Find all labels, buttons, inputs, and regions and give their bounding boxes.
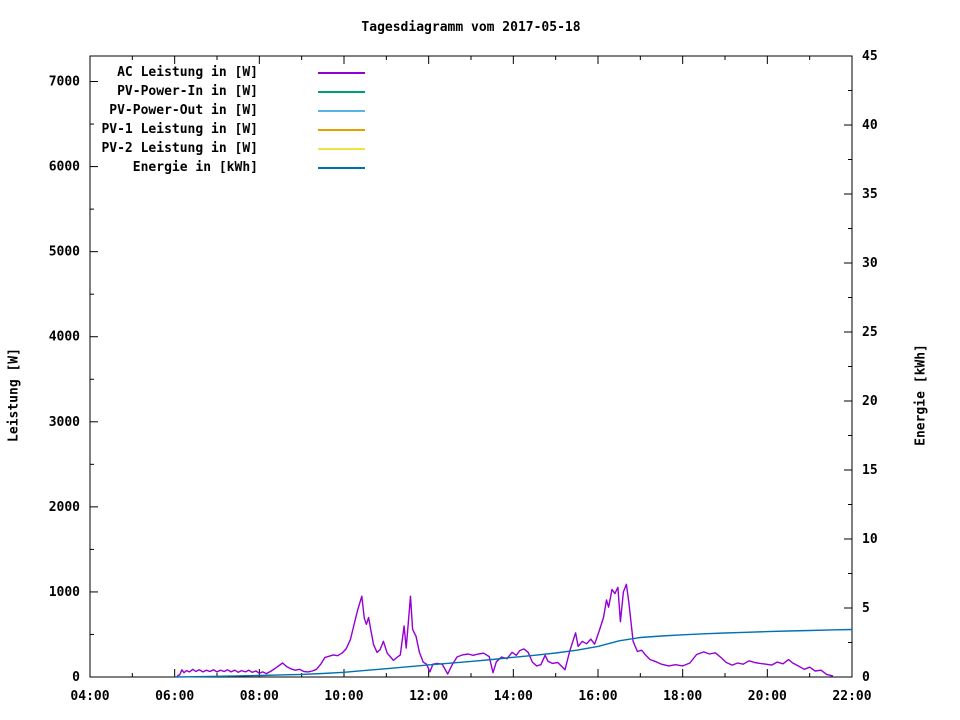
y-tick-label: 6000 xyxy=(49,160,80,175)
legend-line-swatch xyxy=(318,71,365,74)
x-tick-label: 06:00 xyxy=(155,689,194,704)
y-tick-label: 2000 xyxy=(49,500,80,515)
y-tick-label: 4000 xyxy=(49,330,80,345)
series-line-0 xyxy=(176,583,834,678)
x-tick-label: 10:00 xyxy=(324,689,363,704)
y-tick-label: 1000 xyxy=(49,585,80,600)
y2-tick-label: 30 xyxy=(862,256,878,271)
legend-label: PV-Power-Out in [W] xyxy=(109,103,258,118)
y2-tick-label: 10 xyxy=(862,532,878,547)
legend: AC Leistung in [W] PV-Power-In in [W] PV… xyxy=(88,63,365,177)
y2-tick-label: 45 xyxy=(862,49,878,64)
legend-item-pv-power-in: PV-Power-In in [W] xyxy=(88,82,365,101)
legend-label: AC Leistung in [W] xyxy=(117,65,258,80)
legend-item-pv-power-out: PV-Power-Out in [W] xyxy=(88,101,365,120)
y2-tick-label: 35 xyxy=(862,187,878,202)
legend-label: Energie in [kWh] xyxy=(132,160,258,175)
y-tick-label: 0 xyxy=(72,670,80,685)
legend-line-swatch xyxy=(318,109,365,112)
x-tick-label: 12:00 xyxy=(409,689,448,704)
y-tick-label: 5000 xyxy=(49,245,80,260)
legend-label: PV-1 Leistung in [W] xyxy=(101,122,258,137)
tagesdiagramm-page: Tagesdiagramm vom 2017-05-18 Leistung [W… xyxy=(0,0,960,720)
legend-line-swatch xyxy=(318,90,365,93)
x-tick-label: 14:00 xyxy=(494,689,533,704)
legend-line-swatch xyxy=(318,147,365,150)
y2-tick-label: 20 xyxy=(862,394,878,409)
legend-label: PV-Power-In in [W] xyxy=(117,84,258,99)
legend-line-swatch xyxy=(318,166,365,169)
y2-tick-label: 40 xyxy=(862,118,878,133)
x-tick-label: 18:00 xyxy=(663,689,702,704)
y2-tick-label: 5 xyxy=(862,601,870,616)
x-tick-label: 16:00 xyxy=(578,689,617,704)
y-tick-label: 7000 xyxy=(49,75,80,90)
y2-tick-label: 25 xyxy=(862,325,878,340)
y2-tick-label: 15 xyxy=(862,463,878,478)
legend-line-swatch xyxy=(318,128,365,131)
x-tick-label: 20:00 xyxy=(748,689,787,704)
x-tick-label: 08:00 xyxy=(240,689,279,704)
legend-item-pv1-leistung: PV-1 Leistung in [W] xyxy=(88,120,365,139)
legend-item-energie: Energie in [kWh] xyxy=(88,158,365,177)
x-tick-label: 22:00 xyxy=(832,689,871,704)
legend-item-pv2-leistung: PV-2 Leistung in [W] xyxy=(88,139,365,158)
legend-label: PV-2 Leistung in [W] xyxy=(101,141,258,156)
x-tick-label: 04:00 xyxy=(70,689,109,704)
y2-tick-label: 0 xyxy=(862,670,870,685)
y-tick-label: 3000 xyxy=(49,415,80,430)
legend-item-ac-leistung: AC Leistung in [W] xyxy=(88,63,365,82)
